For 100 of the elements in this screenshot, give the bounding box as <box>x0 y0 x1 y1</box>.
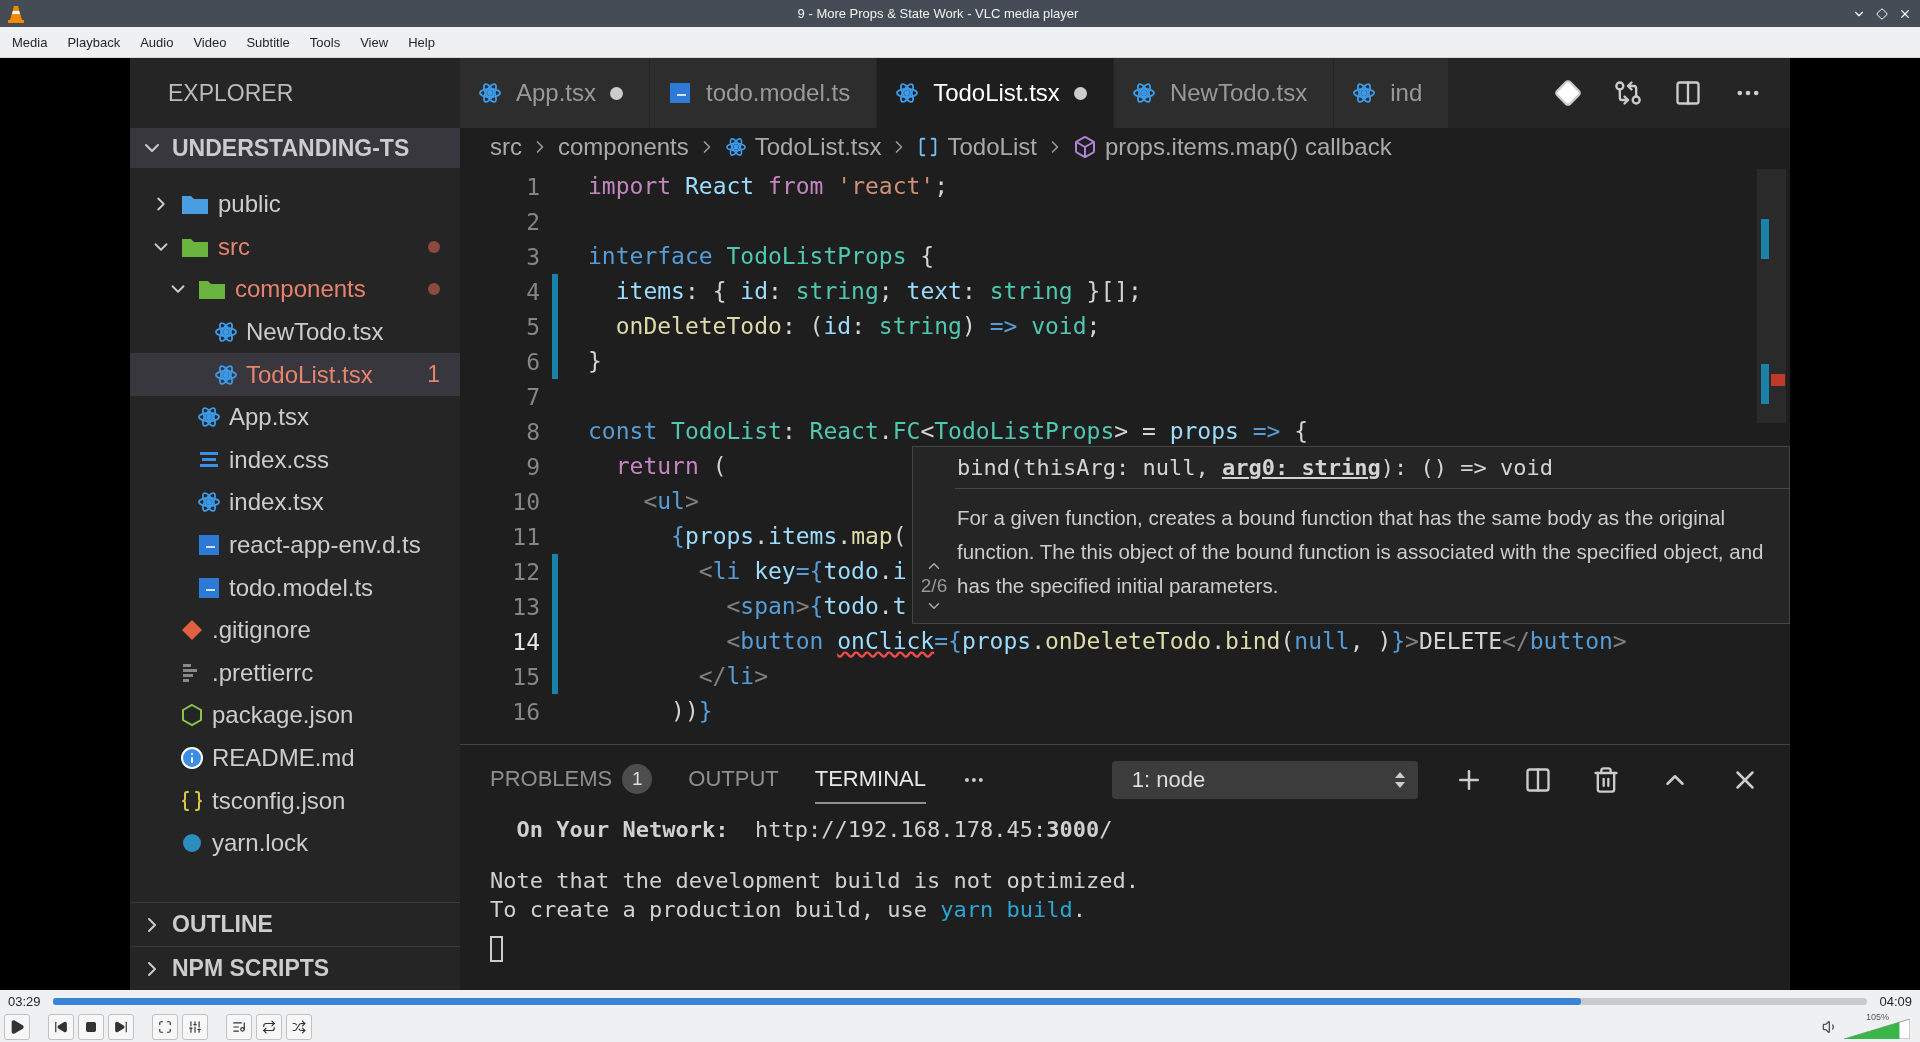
line-number: 5 <box>526 313 540 340</box>
workspace-header[interactable]: UNDERSTANDING-TS <box>130 128 460 168</box>
editor-tab[interactable]: ind <box>1334 58 1450 128</box>
tree-item[interactable]: src <box>130 225 460 269</box>
diamond-icon[interactable] <box>1554 79 1582 107</box>
play-button[interactable] <box>4 1014 30 1040</box>
line-number: 2 <box>526 208 540 235</box>
breadcrumb-item[interactable]: TodoList <box>947 133 1037 161</box>
problem-dot <box>428 283 440 296</box>
playlist-icon <box>232 1020 246 1034</box>
line-number: 4 <box>526 278 540 305</box>
tree-item[interactable]: index.tsx <box>130 481 460 524</box>
function-signature: bind(thisArg: null, arg0: string): () => void <box>955 447 1789 489</box>
problem-count: 1 <box>622 764 653 794</box>
stop-button[interactable] <box>78 1014 104 1040</box>
square-file-icon <box>197 533 221 558</box>
editor-tab[interactable]: App.tsx <box>460 58 651 128</box>
seek-bar[interactable] <box>52 997 1868 1005</box>
code-line: interface TodoListProps { <box>588 242 935 271</box>
tree-item[interactable]: todo.model.ts <box>130 566 460 609</box>
breadcrumb-item[interactable]: components <box>558 133 689 161</box>
menu-item[interactable]: Subtitle <box>236 30 300 54</box>
code-line: } <box>588 347 602 376</box>
tree-item[interactable]: react-app-env.d.ts <box>130 523 460 567</box>
editor-tab[interactable]: todo.model.ts <box>650 58 878 128</box>
line-number: 11 <box>512 523 540 550</box>
atom-icon <box>478 81 502 105</box>
line-number: 15 <box>512 663 540 690</box>
menu-item[interactable]: Tools <box>299 30 351 54</box>
menu-item[interactable]: Help <box>398 30 445 54</box>
tree-item[interactable]: tsconfig.json <box>130 779 460 822</box>
loop-icon <box>262 1020 276 1034</box>
breadcrumb-item[interactable]: src <box>490 133 522 161</box>
menu-item[interactable]: Media <box>2 30 58 54</box>
section-header[interactable]: OUTLINE <box>130 902 460 946</box>
tree-item[interactable]: App.tsx <box>130 395 460 439</box>
tree-item[interactable]: components <box>130 268 460 311</box>
terminal-line: Note that the development build is not optimized. <box>490 867 1140 895</box>
terminal-select[interactable]: 1: node <box>1111 761 1418 799</box>
tree-item[interactable]: .gitignore <box>130 608 460 652</box>
line-number: 14 <box>512 628 540 655</box>
compare-icon[interactable] <box>1614 79 1642 107</box>
code-line: {props.items.map( <box>670 522 907 551</box>
menu-item[interactable]: Video <box>183 30 237 54</box>
tree-item[interactable]: .prettierrc <box>130 651 460 695</box>
atom-icon <box>724 136 747 158</box>
code-line: <span>{todo.t <box>725 592 907 621</box>
atom-icon <box>214 362 238 387</box>
overload-counter: 2/6 <box>920 575 948 597</box>
tree-item[interactable]: index.css <box>130 438 460 482</box>
info-icon <box>180 746 204 770</box>
line-number: 10 <box>512 488 540 515</box>
loop-button[interactable] <box>256 1014 282 1040</box>
previous-icon <box>54 1020 68 1034</box>
breadcrumb-item[interactable]: TodoList.tsx <box>754 133 882 161</box>
menu-item[interactable]: View <box>350 30 399 54</box>
tree-item[interactable]: public <box>130 183 460 226</box>
unsaved-dot <box>610 86 624 100</box>
tree-item[interactable]: NewTodo.tsx <box>130 310 460 354</box>
tree-item[interactable]: README.md <box>130 736 460 780</box>
tree-item[interactable]: TodoList.tsx 1 <box>130 353 460 396</box>
tree-item[interactable]: package.json <box>130 694 460 737</box>
split-terminal-icon[interactable] <box>1524 766 1552 794</box>
atom-icon <box>1131 81 1156 105</box>
total-time: 04:09 <box>1879 993 1912 1009</box>
line-number: 1 <box>526 173 540 200</box>
problem-dot <box>428 240 440 253</box>
breadcrumb-item[interactable]: props.items.map() callback <box>1104 133 1392 161</box>
fullscreen-button[interactable] <box>152 1014 178 1040</box>
code-line: <ul> <box>642 487 699 516</box>
previous-button[interactable] <box>48 1014 74 1040</box>
sidebar-title: EXPLORER <box>168 79 294 107</box>
code-line: <li key={todo.i <box>697 557 907 586</box>
panel-tab[interactable]: PROBLEMS 1 <box>490 754 653 806</box>
code-line: import React from 'react'; <box>588 172 949 201</box>
playlist-button[interactable] <box>226 1014 252 1040</box>
line-number: 16 <box>512 698 540 725</box>
line-number: 9 <box>526 453 540 480</box>
next-button[interactable] <box>108 1014 134 1040</box>
code-line: onDeleteTodo: (id: string) => void; <box>614 312 1101 341</box>
shuffle-button[interactable] <box>286 1014 312 1040</box>
updown-arrows-icon <box>1394 770 1406 790</box>
atom-icon <box>214 320 238 345</box>
editor-tab[interactable]: TodoList.tsx <box>877 58 1114 128</box>
cube-icon <box>1072 135 1097 159</box>
terminal-line: On Your Network: http://192.168.178.45:3000/ <box>515 816 1114 844</box>
tree-item[interactable]: yarn.lock <box>130 821 460 865</box>
sliders-icon <box>188 1020 202 1034</box>
code-line: return ( <box>614 452 727 481</box>
split-editor-icon[interactable] <box>1674 79 1702 107</box>
editor-tab[interactable]: NewTodo.tsx <box>1113 58 1335 128</box>
panel-tab[interactable]: TERMINAL <box>814 756 926 804</box>
line-number: 6 <box>526 348 540 375</box>
menu-item[interactable]: Playback <box>57 30 131 54</box>
trash-icon[interactable] <box>1592 766 1620 794</box>
maximize-icon[interactable] <box>1876 7 1888 20</box>
menu-item[interactable]: Audio <box>130 30 184 54</box>
panel-tab[interactable]: OUTPUT <box>688 756 779 804</box>
extended-settings-button[interactable] <box>182 1014 208 1040</box>
overview-ruler[interactable] <box>1757 169 1786 423</box>
